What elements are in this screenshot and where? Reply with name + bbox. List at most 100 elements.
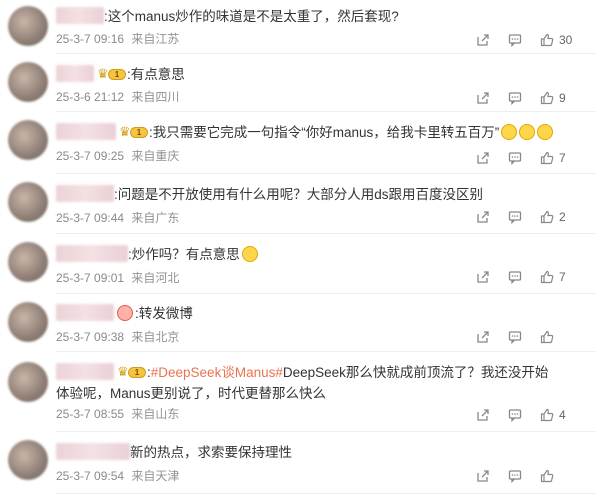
comment-time: 25-3-7 09:38 bbox=[56, 330, 125, 344]
comment-line: :炒作吗？有点意思 bbox=[56, 244, 590, 265]
share-icon bbox=[476, 408, 490, 422]
emoji-icon bbox=[117, 305, 133, 321]
comment-icon bbox=[508, 270, 522, 284]
comment-icon bbox=[508, 151, 522, 165]
comment-item: ♛ 1:有点意思 25-3-6 21:12 来自四川 9 bbox=[0, 56, 600, 112]
comment-item: :这个manus炒作的味道是不是太重了，然后套现? 25-3-7 09:16 来… bbox=[0, 0, 600, 54]
thumbs-up-icon bbox=[540, 330, 554, 344]
avatar[interactable] bbox=[8, 302, 48, 342]
thumbs-up-icon bbox=[540, 91, 554, 105]
comment-text: :这个manus炒作的味道是不是太重了，然后套现? bbox=[104, 9, 399, 24]
comment-location: 来自河北 bbox=[131, 271, 180, 285]
comment-item: :炒作吗？有点意思 25-3-7 09:01 来自河北 7 bbox=[0, 236, 600, 294]
comment-time: 25-3-7 09:44 bbox=[56, 211, 125, 225]
like-button[interactable] bbox=[540, 468, 559, 486]
comment-text: :我只需要它完成一句指令“你好manus，给我卡里转五百万” bbox=[149, 125, 500, 140]
comment-actions: 2 bbox=[476, 209, 586, 227]
comment-line: ♛ 1:我只需要它完成一句指令“你好manus，给我卡里转五百万” bbox=[56, 122, 590, 143]
username-blurred[interactable] bbox=[56, 7, 104, 24]
avatar[interactable] bbox=[8, 362, 48, 402]
avatar[interactable] bbox=[8, 182, 48, 222]
like-button[interactable]: 7 bbox=[540, 150, 566, 168]
comment-actions bbox=[476, 329, 586, 347]
thumbs-up-icon bbox=[540, 408, 554, 422]
comment-text: :有点意思 bbox=[127, 67, 185, 82]
comment-icon bbox=[508, 469, 522, 483]
reply-button[interactable] bbox=[508, 269, 522, 287]
comment-icon bbox=[508, 408, 522, 422]
reply-button[interactable] bbox=[508, 150, 522, 168]
like-count: 2 bbox=[559, 210, 566, 224]
comment-text: :转发微博 bbox=[135, 306, 193, 321]
like-button[interactable]: 30 bbox=[540, 32, 572, 50]
badge-level: 1 bbox=[128, 367, 146, 378]
share-button[interactable] bbox=[476, 269, 490, 287]
like-button[interactable] bbox=[540, 329, 559, 347]
comment-actions bbox=[476, 468, 586, 486]
share-icon bbox=[476, 330, 490, 344]
share-button[interactable] bbox=[476, 329, 490, 347]
share-button[interactable] bbox=[476, 150, 490, 168]
share-button[interactable] bbox=[476, 468, 490, 486]
comment-item: :转发微博 25-3-7 09:38 来自北京 bbox=[0, 296, 600, 352]
like-count: 4 bbox=[559, 408, 566, 422]
member-badge[interactable]: ♛ 1 bbox=[97, 67, 127, 81]
hashtag-link[interactable]: #DeepSeek谈Manus# bbox=[151, 365, 283, 380]
comment-location: 来自广东 bbox=[131, 211, 180, 225]
like-button[interactable]: 9 bbox=[540, 90, 566, 108]
avatar[interactable] bbox=[8, 6, 48, 46]
reply-button[interactable] bbox=[508, 32, 522, 50]
avatar[interactable] bbox=[8, 440, 48, 480]
comment-item: ♛ 1:我只需要它完成一句指令“你好manus，给我卡里转五百万” 25-3-7 … bbox=[0, 114, 600, 174]
member-badge[interactable]: ♛ 1 bbox=[117, 365, 147, 379]
share-button[interactable] bbox=[476, 209, 490, 227]
comment-actions: 7 bbox=[476, 269, 586, 287]
badge-level: 1 bbox=[130, 127, 148, 138]
like-count: 7 bbox=[559, 151, 566, 165]
username-blurred[interactable] bbox=[56, 245, 128, 262]
username-blurred[interactable] bbox=[56, 363, 114, 380]
comment-location: 来自北京 bbox=[131, 330, 180, 344]
like-button[interactable]: 7 bbox=[540, 269, 566, 287]
avatar[interactable] bbox=[8, 242, 48, 282]
like-count: 9 bbox=[559, 91, 566, 105]
comment-actions: 30 bbox=[476, 32, 586, 50]
avatar[interactable] bbox=[8, 120, 48, 160]
comment-icon bbox=[508, 330, 522, 344]
reply-button[interactable] bbox=[508, 468, 522, 486]
thumbs-up-icon bbox=[540, 33, 554, 47]
share-icon bbox=[476, 33, 490, 47]
thumbs-up-icon bbox=[540, 151, 554, 165]
comment-icon bbox=[508, 33, 522, 47]
like-count: 30 bbox=[559, 33, 573, 47]
like-button[interactable]: 2 bbox=[540, 209, 566, 227]
member-badge[interactable]: ♛ 1 bbox=[119, 125, 149, 139]
comment-time: 25-3-7 09:54 bbox=[56, 469, 125, 483]
reply-button[interactable] bbox=[508, 407, 522, 425]
username-blurred[interactable] bbox=[56, 304, 114, 321]
reply-button[interactable] bbox=[508, 209, 522, 227]
username-blurred[interactable] bbox=[56, 185, 114, 202]
share-button[interactable] bbox=[476, 90, 490, 108]
username-blurred[interactable] bbox=[56, 65, 94, 82]
comment-time: 25-3-7 08:55 bbox=[56, 407, 125, 421]
username-blurred[interactable] bbox=[56, 443, 130, 460]
comment-text: :问题是不开放使用有什么用呢？大部分人用ds跟用百度没区别 bbox=[114, 187, 484, 202]
username-blurred[interactable] bbox=[56, 123, 116, 140]
reply-button[interactable] bbox=[508, 90, 522, 108]
comment-location: 来自四川 bbox=[131, 90, 180, 104]
emoji-icon bbox=[519, 124, 536, 140]
emoji-icon bbox=[241, 246, 258, 262]
share-button[interactable] bbox=[476, 407, 490, 425]
badge-level: 1 bbox=[108, 69, 126, 80]
comment-time: 25-3-6 21:12 bbox=[56, 90, 125, 104]
comment-line: :这个manus炒作的味道是不是太重了，然后套现? bbox=[56, 6, 590, 27]
comment-icon bbox=[508, 91, 522, 105]
like-button[interactable]: 4 bbox=[540, 407, 566, 425]
comment-location: 来自天津 bbox=[131, 469, 180, 483]
comment-actions: 4 bbox=[476, 407, 586, 425]
avatar[interactable] bbox=[8, 62, 48, 102]
share-button[interactable] bbox=[476, 32, 490, 50]
reply-button[interactable] bbox=[508, 329, 522, 347]
comment-time: 25-3-7 09:25 bbox=[56, 149, 125, 163]
